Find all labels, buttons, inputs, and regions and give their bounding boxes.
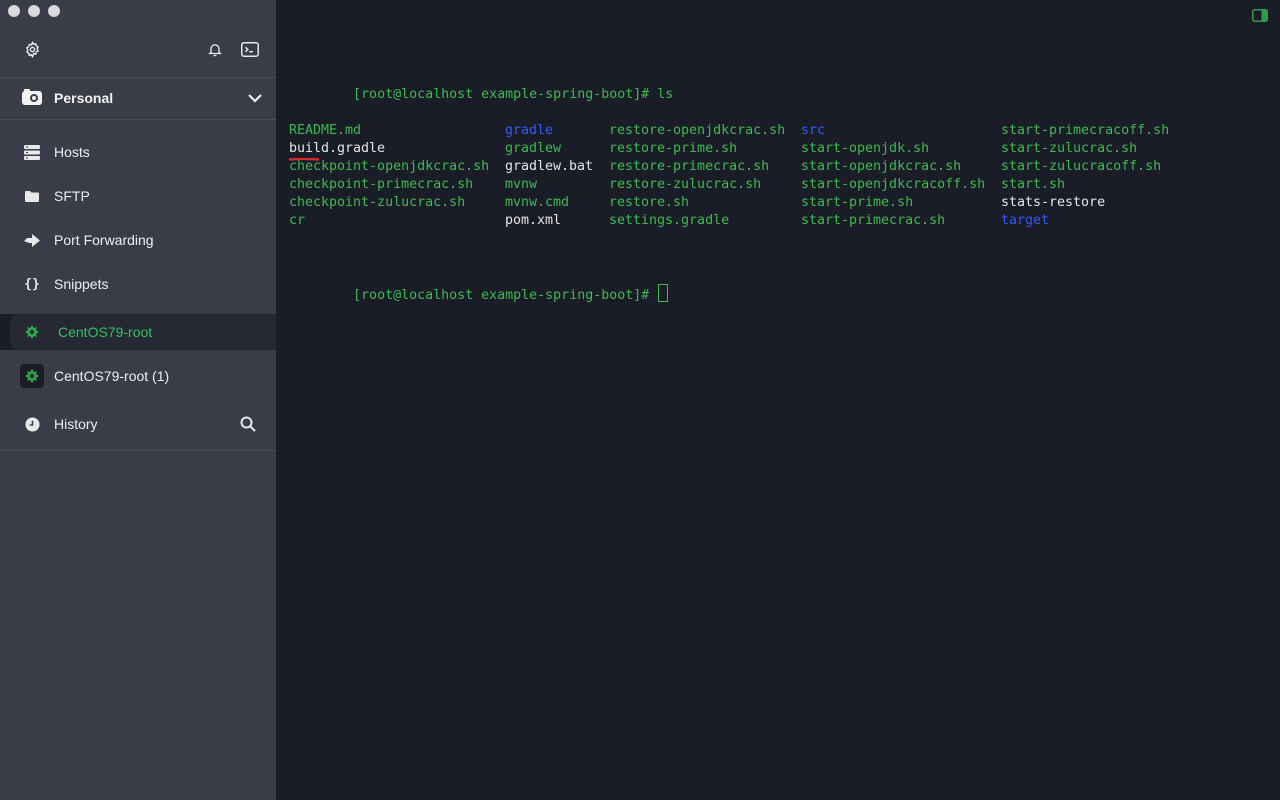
terminal-command: ls (657, 87, 674, 102)
session-tab-active[interactable]: CentOS79-root (10, 314, 276, 350)
terminal-cursor (658, 284, 669, 302)
search-icon[interactable] (240, 416, 256, 432)
sidebar-divider (0, 77, 276, 78)
ls-entry: restore-openjdkcrac.sh (609, 123, 786, 138)
ls-entry: target (1001, 213, 1050, 228)
ls-entry: start.sh (1001, 177, 1066, 192)
terminal-icon[interactable] (240, 39, 260, 59)
sidebar-item-port-forwarding[interactable]: Port Forwarding (22, 228, 262, 252)
ls-entry: start-openjdkcrac.sh (801, 159, 962, 174)
ls-entry: start-primecracoff.sh (1001, 123, 1170, 138)
close-window-button[interactable] (8, 5, 20, 17)
ls-entry: stats-restore (1001, 195, 1106, 210)
centos-icon (22, 322, 42, 342)
vault-selector[interactable]: Personal (22, 86, 262, 110)
ls-entry: src (801, 123, 826, 138)
clock-icon (22, 414, 42, 434)
sidebar-toggle-icon[interactable] (1252, 9, 1268, 22)
ls-entry: cr (289, 213, 306, 228)
hosts-icon (22, 142, 42, 162)
ls-entry: start-openjdkcracoff.sh (801, 177, 986, 192)
terminal-output: [root@localhost example-spring-boot]# ls… (289, 32, 1169, 320)
ls-entry: README.md (289, 123, 362, 138)
ls-entry: restore-primecrac.sh (609, 159, 770, 174)
ls-entry: build.gradle (289, 141, 386, 156)
session-label: CentOS79-root (58, 324, 153, 340)
terminal-line: [root@localhost example-spring-boot]# (289, 266, 673, 303)
snippets-icon: {} (24, 276, 40, 292)
window-controls (8, 5, 60, 17)
ls-entry: mvnw.cmd (505, 195, 570, 210)
ls-entry: gradle (505, 123, 554, 138)
session-label: CentOS79-root (1) (54, 368, 170, 384)
ls-entry: pom.xml (505, 213, 562, 228)
terminal-pane[interactable]: [root@localhost example-spring-boot]# ls… (276, 0, 1280, 800)
port-forwarding-icon (22, 230, 42, 250)
ls-entry: restore-zulucrac.sh (609, 177, 762, 192)
ls-entry: gradlew (505, 141, 562, 156)
session-tab[interactable]: CentOS79-root (1) (20, 364, 260, 388)
sidebar-item-history[interactable]: History (22, 412, 256, 436)
sidebar: Personal Hosts SFTP Port Forwarding {} S… (0, 0, 276, 800)
sidebar-item-label: History (54, 416, 98, 432)
ls-entry: checkpoint-openjdkcrac.sh (289, 159, 490, 174)
ls-entry: checkpoint-zulucrac.sh (289, 195, 466, 210)
chevron-down-icon[interactable] (248, 93, 262, 103)
vault-icon (22, 89, 42, 107)
ls-entry: start-prime.sh (801, 195, 914, 210)
sidebar-item-snippets[interactable]: {} Snippets (22, 272, 262, 296)
centos-icon (20, 364, 44, 388)
ls-entry: start-zulucrac.sh (1001, 141, 1138, 156)
vault-label: Personal (54, 90, 114, 106)
ls-entry: restore-prime.sh (609, 141, 738, 156)
ls-entry: gradlew.bat (505, 159, 594, 174)
ls-entry: start-zulucracoff.sh (1001, 159, 1162, 174)
bell-icon[interactable] (205, 39, 225, 59)
sidebar-item-label: Port Forwarding (54, 232, 154, 248)
ls-entry: settings.gradle (609, 213, 730, 228)
sidebar-divider (0, 119, 276, 120)
sidebar-item-label: Hosts (54, 144, 90, 160)
ls-output: README.md build.gradle checkpoint-openjdkc… (289, 122, 1169, 230)
ls-entry: start-openjdk.sh (801, 141, 930, 156)
sidebar-item-label: Snippets (54, 276, 109, 292)
settings-gear-icon[interactable] (22, 39, 42, 59)
app-window: Personal Hosts SFTP Port Forwarding {} S… (0, 0, 1280, 800)
sidebar-item-sftp[interactable]: SFTP (22, 184, 262, 208)
ls-entry: restore.sh (609, 195, 690, 210)
folder-icon (22, 186, 42, 206)
terminal-prompt: [root@localhost example-spring-boot]# (353, 87, 658, 102)
minimize-window-button[interactable] (28, 5, 40, 17)
sidebar-divider (0, 450, 276, 451)
zoom-window-button[interactable] (48, 5, 60, 17)
sidebar-item-label: SFTP (54, 188, 90, 204)
sidebar-item-hosts[interactable]: Hosts (22, 140, 262, 164)
ls-entry: checkpoint-primecrac.sh (289, 177, 474, 192)
ls-entry: start-primecrac.sh (801, 213, 946, 228)
terminal-line: [root@localhost example-spring-boot]# ls (289, 68, 673, 102)
terminal-prompt: [root@localhost example-spring-boot]# (353, 288, 658, 303)
annotation-underline (289, 158, 319, 161)
ls-entry: mvnw (505, 177, 538, 192)
